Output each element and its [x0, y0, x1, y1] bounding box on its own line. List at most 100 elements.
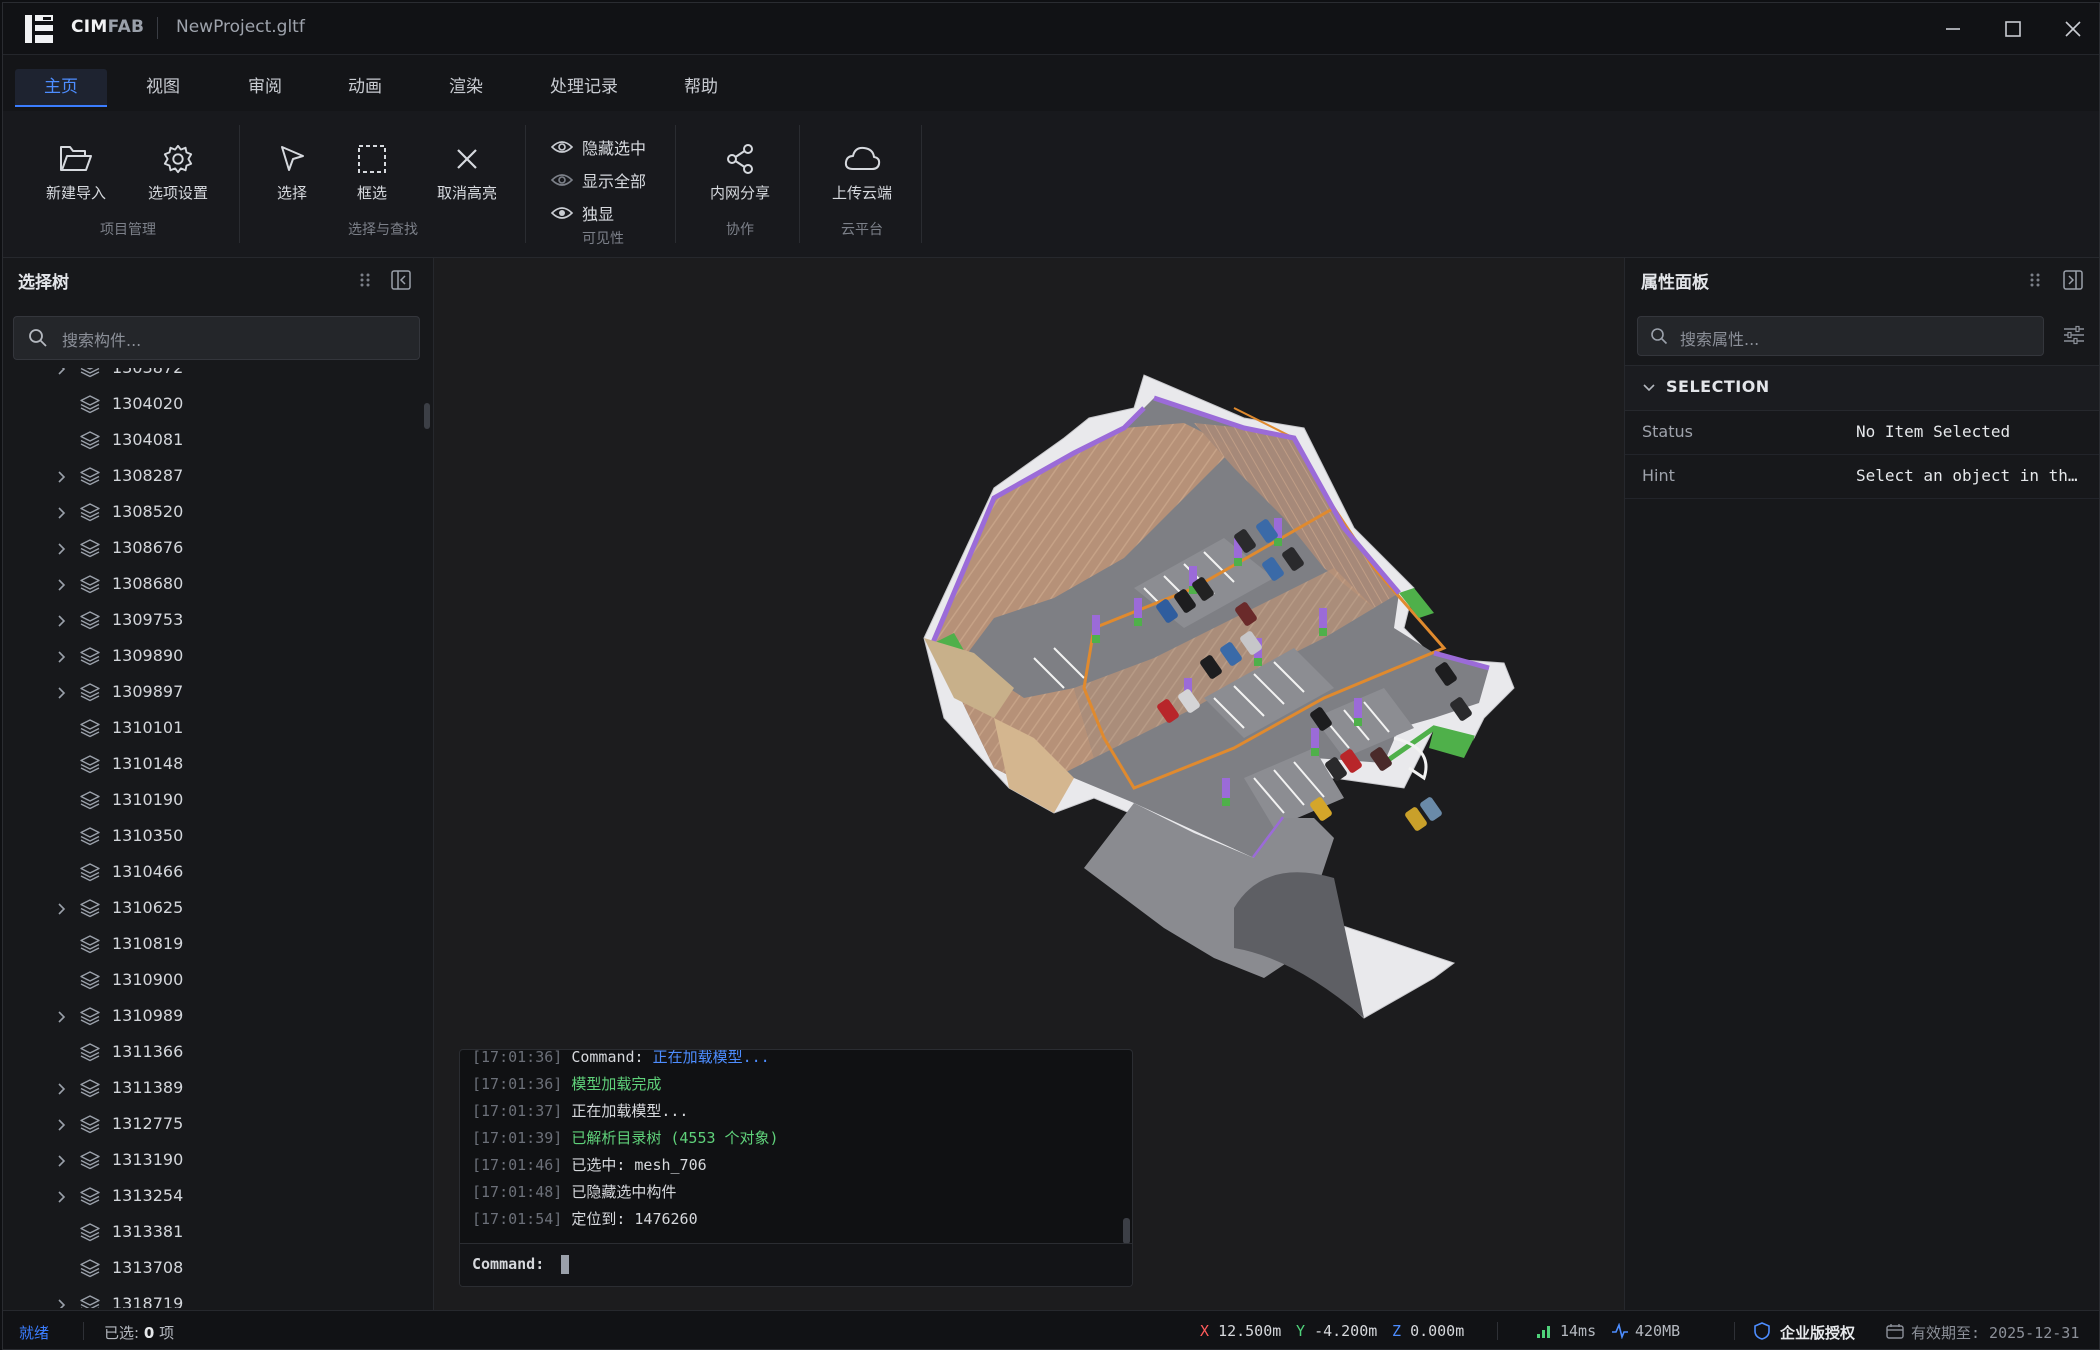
command-console[interactable]: [17:01:36] Command: 正在加载模型... [17:01:36] …	[459, 1049, 1133, 1287]
chevron-right-icon[interactable]	[55, 1153, 67, 1173]
tree-row[interactable]: 1308676	[3, 530, 423, 566]
tree-row[interactable]: 1313254	[3, 1178, 423, 1214]
tree-row-label: 1311389	[112, 1078, 184, 1097]
lan-share-button[interactable]: 内网分享	[699, 143, 781, 203]
command-input[interactable]: Command:	[460, 1243, 1132, 1286]
tree-row[interactable]: 1310350	[3, 818, 423, 854]
tree-row-label: 1310101	[112, 718, 184, 737]
upload-cloud-button[interactable]: 上传云端	[821, 143, 903, 203]
drag-handle-icon[interactable]	[2029, 272, 2041, 288]
close-window-button[interactable]	[2043, 3, 2099, 54]
selection-section-header[interactable]: SELECTION	[1625, 365, 2099, 411]
panel-title: 属性面板	[1641, 273, 1709, 293]
tree-scroll-thumb[interactable]	[424, 403, 430, 429]
tree-row-label: 1313190	[112, 1150, 184, 1169]
maximize-button[interactable]	[1983, 3, 2043, 54]
minimize-button[interactable]	[1923, 3, 1983, 54]
layers-icon	[79, 538, 101, 563]
box-select-label: 框选	[356, 184, 387, 202]
select-label: 选择	[276, 184, 307, 202]
chevron-right-icon[interactable]	[55, 577, 67, 597]
tree-row-label: 1313381	[112, 1222, 184, 1241]
options-button[interactable]: 选项设置	[143, 143, 213, 203]
shield-icon	[1754, 1322, 1770, 1340]
chevron-right-icon[interactable]	[55, 505, 67, 525]
new-import-button[interactable]: 新建导入	[41, 143, 111, 203]
layers-icon	[79, 368, 101, 383]
tree-row[interactable]: 1311389	[3, 1070, 423, 1106]
chevron-right-icon[interactable]	[55, 368, 67, 381]
3d-viewport[interactable]: [17:01:36] Command: 正在加载模型... [17:01:36] …	[434, 258, 1624, 1310]
tree-row[interactable]: 1310101	[3, 710, 423, 746]
filter-settings-icon[interactable]	[2063, 325, 2085, 345]
select-tool-button[interactable]: 选择	[257, 143, 327, 203]
layers-icon	[79, 646, 101, 671]
show-all-button[interactable]: 显示全部	[551, 168, 646, 192]
tree-row[interactable]: 1309890	[3, 638, 423, 674]
tree-row[interactable]: 1312775	[3, 1106, 423, 1142]
component-search-input[interactable]: 搜索构件...	[13, 316, 420, 360]
collapse-panel-icon[interactable]	[391, 270, 411, 290]
chevron-right-icon[interactable]	[55, 1189, 67, 1209]
tree-row[interactable]: 1308680	[3, 566, 423, 602]
tree-row[interactable]: 1308520	[3, 494, 423, 530]
tab-view[interactable]: 视图	[123, 69, 203, 105]
chevron-right-icon[interactable]	[55, 685, 67, 705]
ribbon-toolbar: 新建导入 选项设置 项目管理 选择 框选 取消高亮 选择与查找 隐藏选中 显示全…	[3, 111, 2099, 258]
component-tree: 1303872 1304020 1304081 1308287 1308520 13086…	[3, 368, 423, 1308]
box-select-button[interactable]: 框选	[337, 143, 407, 203]
chevron-right-icon[interactable]	[55, 1117, 67, 1137]
tab-help[interactable]: 帮助	[661, 69, 741, 105]
chevron-right-icon[interactable]	[55, 613, 67, 633]
tree-row[interactable]: 1310148	[3, 746, 423, 782]
layers-icon	[79, 718, 101, 743]
console-scroll-thumb[interactable]	[1123, 1218, 1130, 1244]
chevron-right-icon[interactable]	[55, 901, 67, 921]
tab-animation[interactable]: 动画	[325, 69, 405, 105]
drag-handle-icon[interactable]	[359, 272, 371, 288]
tree-row-label: 1308676	[112, 538, 184, 557]
chevron-right-icon[interactable]	[55, 1009, 67, 1029]
console-line: [17:01:46] 已选中: mesh_706	[472, 1154, 707, 1176]
tree-row[interactable]: 1309753	[3, 602, 423, 638]
coord-x: X 12.500m	[1200, 1322, 1281, 1340]
property-search-input[interactable]: 搜索属性...	[1637, 316, 2044, 356]
tab-render[interactable]: 渲染	[426, 69, 506, 105]
chevron-right-icon[interactable]	[55, 649, 67, 669]
console-message: 模型加载完成	[571, 1075, 662, 1093]
tree-row[interactable]: 1310466	[3, 854, 423, 890]
chevron-right-icon[interactable]	[55, 541, 67, 561]
tree-row[interactable]: 1310625	[3, 890, 423, 926]
tree-row[interactable]: 1304081	[3, 422, 423, 458]
tab-home[interactable]: 主页	[15, 69, 107, 107]
tree-row[interactable]: 1313708	[3, 1250, 423, 1286]
close-icon	[2065, 20, 2081, 37]
chevron-right-icon[interactable]	[55, 1081, 67, 1101]
tree-row[interactable]: 1313190	[3, 1142, 423, 1178]
tab-history[interactable]: 处理记录	[539, 69, 629, 105]
tab-review[interactable]: 审阅	[225, 69, 305, 105]
chevron-right-icon[interactable]	[55, 1297, 67, 1308]
layers-icon	[79, 826, 101, 851]
chevron-right-icon[interactable]	[55, 469, 67, 489]
tree-row[interactable]: 1310819	[3, 926, 423, 962]
tree-row[interactable]: 1304020	[3, 386, 423, 422]
collapse-panel-icon[interactable]	[2063, 270, 2083, 290]
isolate-button[interactable]: 独显	[551, 201, 614, 225]
tree-row[interactable]: 1318719	[3, 1286, 423, 1308]
hide-selected-button[interactable]: 隐藏选中	[551, 135, 646, 159]
clear-highlight-button[interactable]: 取消高亮	[427, 143, 507, 203]
ribbon-separator	[239, 125, 240, 243]
minimize-icon	[1946, 27, 1960, 30]
tree-row[interactable]: 1310190	[3, 782, 423, 818]
tree-row[interactable]: 1311366	[3, 1034, 423, 1070]
tree-row[interactable]: 1310900	[3, 962, 423, 998]
layers-icon	[79, 394, 101, 419]
tree-scrollbar[interactable]	[423, 368, 431, 1308]
ribbon-separator	[525, 125, 526, 243]
tree-row[interactable]: 1310989	[3, 998, 423, 1034]
tree-row[interactable]: 1303872	[3, 368, 423, 386]
tree-row[interactable]: 1309897	[3, 674, 423, 710]
tree-row[interactable]: 1313381	[3, 1214, 423, 1250]
tree-row[interactable]: 1308287	[3, 458, 423, 494]
